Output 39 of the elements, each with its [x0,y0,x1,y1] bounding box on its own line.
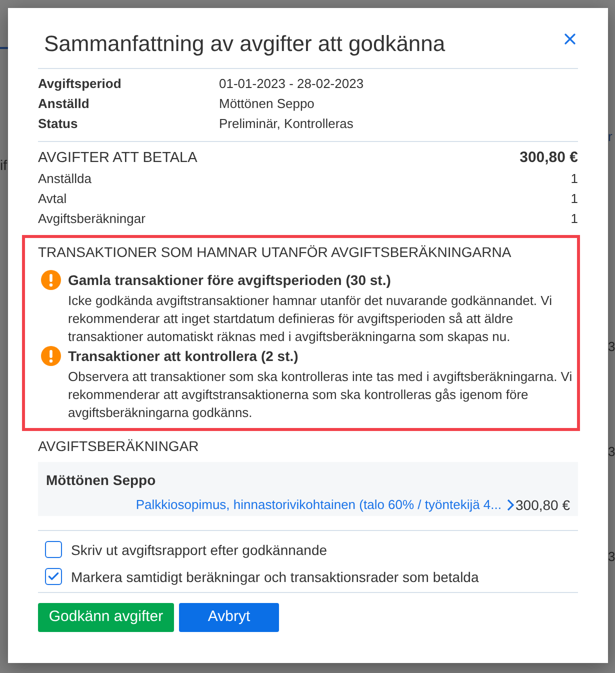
fee-label: Anställda [38,170,92,188]
checkbox-label: Skriv ut avgiftsrapport efter godkännande [71,540,328,560]
warning-text: Observera att transaktioner som ska kontrolleras inte tas med i avgiftsberäkningarna. Vi rekommenderar att avgiftstransaktionerna som ska kontrolleras gås igenom före avgiftsberäkningarna godkänns. [68,368,573,422]
checkbox[interactable] [45,541,62,558]
section-heading: TRANSAKTIONER SOM HAMNAR UTANFÖR AVGIFTSBERÄKNINGARNA [38,243,512,262]
employee-name: Möttönen Seppo [46,471,157,490]
background-text: 3 [608,339,615,355]
checkbox-label: Markera samtidigt beräkningar och transaktionsrader som betalda [71,568,479,586]
fee-label: Avtal [38,190,67,208]
fee-value: 1 [570,170,578,188]
cancel-button[interactable]: Avbryt [179,603,279,632]
approve-button[interactable]: Godkänn avgifter [38,603,174,632]
detail-value: Preliminär, Kontrolleras [219,115,354,133]
warning-title: Gamla transaktioner före avgiftsperioden (30 st.) [68,271,391,290]
fee-label: Avgiftsberäkningar [38,210,146,228]
calculation-amount: 300,80 € [516,496,570,515]
warning-icon [41,270,61,290]
chevron-right-icon [506,499,514,511]
fee-value: 1 [570,210,578,228]
fee-value: 1 [570,190,578,208]
background-text: 3 [608,444,615,460]
detail-label: Avgiftsperiod [38,75,122,93]
section-heading: AVGIFTER ATT BETALA [38,149,198,168]
background-text: 3 [608,549,615,565]
background-text: r [608,129,612,145]
check-icon [47,570,60,583]
warning-title: Transaktioner att kontrollera (2 st.) [68,347,298,366]
warning-icon [41,346,61,366]
detail-label: Status [38,115,79,133]
detail-value: Möttönen Seppo [219,95,316,113]
total-amount: 300,80 € [520,148,578,168]
agreement-link[interactable]: Palkkiosopimus, hinnastorivikohtainen (talo 60% / työntekijä 4... [136,495,502,515]
section-heading: AVGIFTSBERÄKNINGAR [38,437,200,456]
detail-label: Anställd [38,95,90,113]
background-text: if [0,157,7,173]
detail-value: 01-01-2023 - 28-02-2023 [219,75,365,93]
checkbox[interactable] [45,568,62,585]
warning-text: Icke godkända avgiftstransaktioner hamnar utanför det nuvarande godkännandet. Vi rekommenderar att inget startdatum definieras för avgiftsperioden så att äldre transaktioner automatiskt räknas med i avgiftsberäkningarna som skapas nu. [68,292,553,346]
dialog-title: Sammanfattning av avgifter att godkänna [43,30,446,58]
